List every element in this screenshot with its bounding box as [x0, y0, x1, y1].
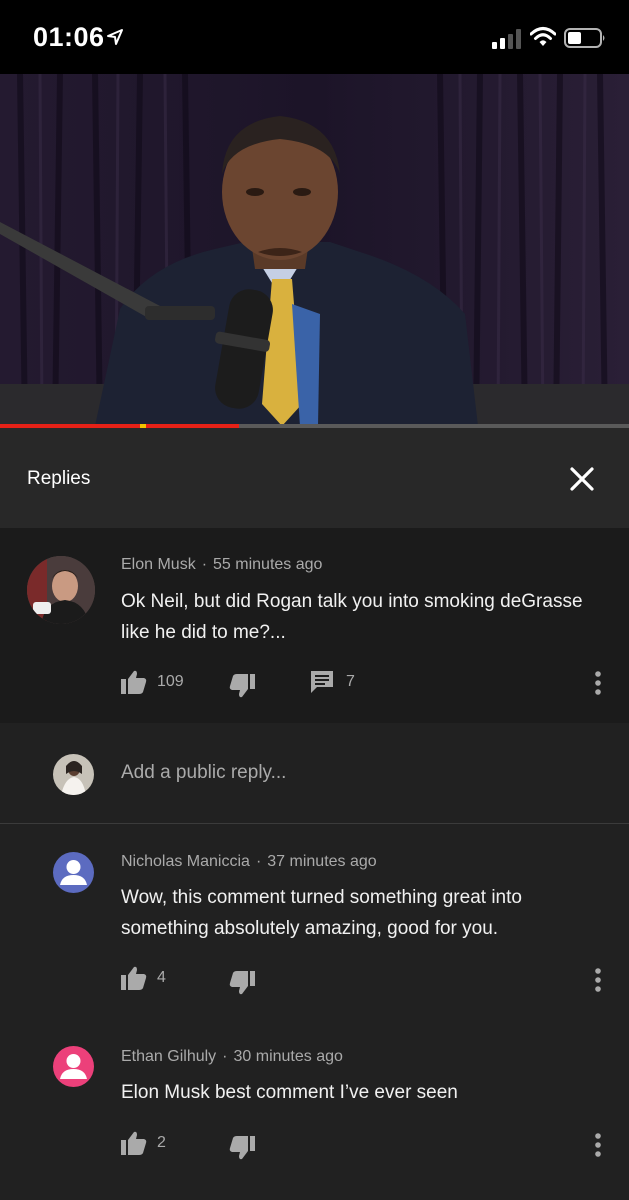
dislike-button[interactable] [229, 674, 255, 698]
like-count: 2 [157, 1134, 166, 1151]
replies-header: Replies [0, 428, 629, 528]
wifi-icon [530, 27, 556, 46]
location-arrow-icon [107, 29, 123, 45]
like-count: 109 [157, 673, 184, 690]
comment-meta: Elon Musk · 55 minutes ago [121, 556, 323, 573]
dislike-button[interactable] [229, 971, 255, 995]
thumbs-up-icon [121, 1131, 147, 1155]
comment-icon [311, 671, 333, 693]
thumbs-down-icon [229, 674, 255, 698]
comment-meta: Nicholas Maniccia · 37 minutes ago [121, 853, 377, 870]
thumbs-up-icon [121, 670, 147, 694]
avatar[interactable] [27, 556, 95, 624]
video-frame [0, 74, 629, 426]
thumbs-up-icon [121, 966, 147, 990]
like-count: 4 [157, 969, 166, 986]
avatar[interactable] [53, 1046, 94, 1087]
comment-text: Elon Musk best comment I’ve ever seen [121, 1082, 458, 1103]
video-player[interactable] [0, 74, 629, 426]
dislike-button[interactable] [229, 1136, 255, 1160]
comment-time: 37 minutes ago [267, 853, 377, 870]
status-bar: 01:06 [0, 0, 629, 74]
status-time: 01:06 [33, 22, 105, 52]
reply-button[interactable]: 7 [310, 670, 355, 694]
battery-icon [564, 28, 605, 48]
comment-time: 55 minutes ago [213, 556, 323, 573]
comment-author[interactable]: Ethan Gilhuly [121, 1048, 216, 1065]
signal-icon [492, 29, 521, 49]
replies-title: Replies [27, 468, 91, 489]
more-options-icon[interactable] [594, 670, 602, 696]
thumbs-down-icon [229, 971, 255, 995]
add-reply-input[interactable]: Add a public reply... [121, 762, 286, 784]
comment-time: 30 minutes ago [233, 1048, 343, 1065]
avatar[interactable] [53, 852, 94, 893]
like-button[interactable]: 2 [121, 1131, 166, 1155]
comment-author[interactable]: Nicholas Maniccia [121, 853, 250, 870]
like-button[interactable]: 109 [121, 670, 184, 694]
more-options-icon[interactable] [594, 967, 602, 993]
comment-text: Ok Neil, but did Rogan talk you into smo… [121, 591, 583, 643]
comment-meta: Ethan Gilhuly · 30 minutes ago [121, 1048, 343, 1065]
parent-comment: Elon Musk · 55 minutes ago Ok Neil, but di… [0, 528, 629, 723]
add-reply-row[interactable]: Add a public reply... [0, 723, 629, 824]
more-options-icon[interactable] [594, 1132, 602, 1158]
user-avatar [53, 754, 94, 795]
like-button[interactable]: 4 [121, 966, 166, 990]
comment-author[interactable]: Elon Musk [121, 556, 196, 573]
close-icon[interactable] [567, 464, 597, 494]
comment-text: Wow, this comment turned something great… [121, 887, 522, 939]
reply-count: 7 [346, 673, 355, 690]
thumbs-down-icon [229, 1136, 255, 1160]
